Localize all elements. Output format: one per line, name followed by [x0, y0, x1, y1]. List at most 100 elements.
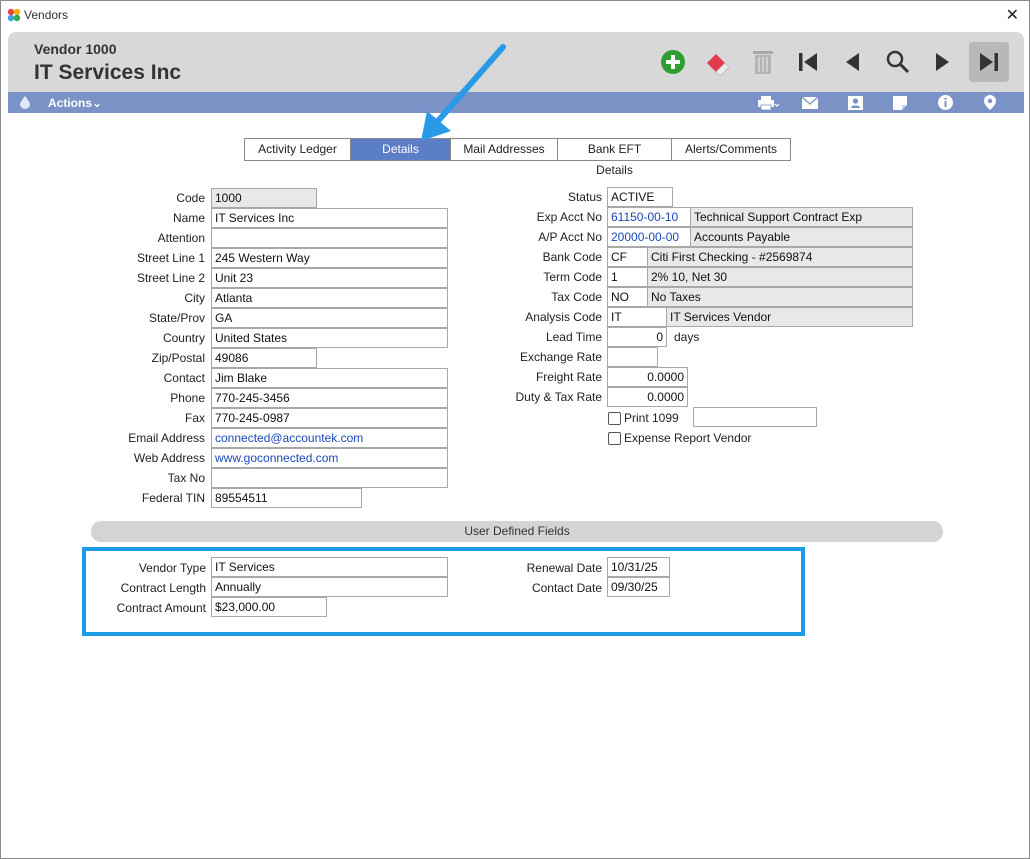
web-address-field[interactable]: www.goconnected.com [211, 448, 448, 468]
info-icon [937, 95, 953, 110]
contact-button[interactable] [847, 95, 863, 110]
tax-code-description: No Taxes [647, 287, 913, 307]
exchange-rate-field[interactable] [607, 347, 658, 367]
lead-time-unit: days [674, 330, 700, 344]
print-1099-checkbox[interactable] [608, 412, 621, 425]
trash-icon [753, 51, 773, 74]
tax-code-field[interactable]: NO [607, 287, 648, 307]
contact-card-icon [847, 95, 863, 110]
city-label: City [184, 291, 205, 305]
actions-menu[interactable]: Actions⌄ [48, 96, 102, 110]
vendor-number-label: Vendor 1000 [34, 41, 117, 57]
code-field[interactable]: 1000 [211, 188, 317, 208]
info-button[interactable] [937, 95, 953, 110]
status-field[interactable]: ACTIVE [607, 187, 673, 207]
highlight-box [82, 547, 805, 636]
title-bar: Vendors ✕ [1, 1, 1029, 29]
printer-icon [758, 95, 780, 110]
previous-record-button[interactable] [835, 44, 871, 80]
state-prov-field[interactable]: GA [211, 308, 448, 328]
code-label: Code [176, 191, 205, 205]
street-line1-field[interactable]: 245 Western Way [211, 248, 448, 268]
clear-button[interactable] [699, 44, 735, 80]
duty-tax-rate-field[interactable]: 0.0000 [607, 387, 688, 407]
name-label: Name [172, 211, 205, 225]
contact-field[interactable]: Jim Blake [211, 368, 448, 388]
expense-report-vendor-label: Expense Report Vendor [624, 431, 752, 445]
country-label: Country [162, 331, 205, 345]
tax-no-label: Tax No [167, 471, 205, 485]
exp-acct-description: Technical Support Contract Exp [690, 207, 913, 227]
droplet-icon [20, 96, 30, 109]
fax-field[interactable]: 770-245-0987 [211, 408, 448, 428]
ap-acct-field[interactable]: 20000-00-00 [607, 227, 691, 247]
location-icon [984, 95, 996, 110]
bank-code-description: Citi First Checking - #2569874 [647, 247, 913, 267]
last-record-button[interactable] [969, 42, 1009, 82]
name-field[interactable]: IT Services Inc [211, 208, 448, 228]
print-1099-field[interactable] [693, 407, 817, 427]
status-label: Status [567, 190, 602, 204]
first-record-button[interactable] [790, 44, 826, 80]
tab-alerts-comments[interactable]: Alerts/Comments [672, 139, 790, 160]
eraser-icon [707, 54, 730, 76]
term-code-label: Term Code [543, 270, 602, 284]
tab-activity-ledger[interactable]: Activity Ledger [245, 139, 351, 160]
vendors-window: Vendors ✕ Vendor 1000 IT Services Inc Ac… [0, 0, 1030, 859]
last-record-icon [980, 53, 998, 71]
note-icon [893, 95, 907, 110]
first-record-icon [799, 53, 817, 71]
phone-field[interactable]: 770-245-3456 [211, 388, 448, 408]
exp-acct-field[interactable]: 61150-00-10 [607, 207, 691, 227]
term-code-description: 2% 10, Net 30 [647, 267, 913, 287]
annotation-arrow-icon [421, 44, 506, 141]
tab-bank-eft-details[interactable]: Bank EFT Details [558, 139, 672, 177]
close-icon[interactable]: ✕ [1006, 5, 1019, 25]
lead-time-field[interactable]: 0 [607, 327, 667, 347]
vendor-name-heading: IT Services Inc [34, 61, 182, 84]
contact-label: Contact [163, 371, 205, 385]
tax-code-label: Tax Code [551, 290, 602, 304]
user-defined-fields-header[interactable]: User Defined Fields [91, 521, 943, 542]
phone-label: Phone [170, 391, 205, 405]
add-icon [661, 50, 685, 74]
freight-rate-field[interactable]: 0.0000 [607, 367, 688, 387]
federal-tin-field[interactable]: 89554511 [211, 488, 362, 508]
country-field[interactable]: United States [211, 328, 448, 348]
email-button[interactable] [802, 95, 818, 110]
bank-code-label: Bank Code [542, 250, 602, 264]
next-icon [936, 53, 949, 71]
federal-tin-label: Federal TIN [141, 491, 205, 505]
ap-acct-label: A/P Acct No [538, 230, 602, 244]
bank-code-field[interactable]: CF [607, 247, 648, 267]
note-button[interactable] [892, 95, 908, 110]
attention-field[interactable] [211, 228, 448, 248]
term-code-field[interactable]: 1 [607, 267, 648, 287]
print-1099-label: Print 1099 [624, 411, 679, 425]
analysis-code-label: Analysis Code [525, 310, 602, 324]
email-address-label: Email Address [128, 431, 205, 445]
email-address-field[interactable]: connected@accountek.com [211, 428, 448, 448]
app-logo-icon [7, 8, 21, 22]
street-line1-label: Street Line 1 [136, 251, 205, 265]
tax-no-field[interactable] [211, 468, 448, 488]
zip-postal-field[interactable]: 49086 [211, 348, 317, 368]
print-button[interactable] [757, 95, 781, 110]
add-record-button[interactable] [655, 44, 691, 80]
zip-postal-label: Zip/Postal [151, 351, 205, 365]
attention-label: Attention [157, 231, 205, 245]
duty-tax-rate-label: Duty & Tax Rate [515, 390, 602, 404]
previous-icon [846, 53, 859, 71]
city-field[interactable]: Atlanta [211, 288, 448, 308]
location-button[interactable] [982, 95, 998, 110]
lead-time-label: Lead Time [545, 330, 602, 344]
delete-button[interactable] [745, 44, 781, 80]
exchange-rate-label: Exchange Rate [519, 350, 602, 364]
next-record-button[interactable] [924, 44, 960, 80]
street-line2-field[interactable]: Unit 23 [211, 268, 448, 288]
expense-report-vendor-checkbox[interactable] [608, 432, 621, 445]
search-button[interactable] [880, 44, 916, 80]
analysis-code-field[interactable]: IT [607, 307, 667, 327]
state-prov-label: State/Prov [148, 311, 205, 325]
email-icon [802, 96, 818, 109]
